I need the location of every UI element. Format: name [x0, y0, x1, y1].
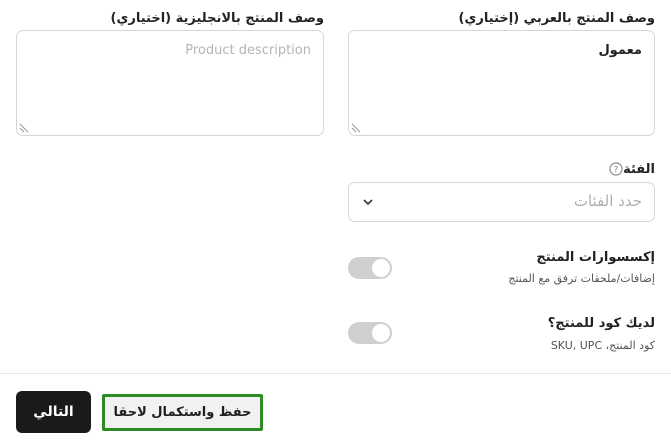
accessories-toggle[interactable]: [348, 257, 392, 279]
next-button[interactable]: التالي: [16, 391, 91, 433]
desc-en-label: وصف المنتج بالانجليزية (اختياري): [110, 11, 325, 26]
category-label: الفئة: [623, 162, 655, 177]
product-code-title: لديك كود للمنتج؟: [547, 316, 655, 331]
category-select[interactable]: حدد الفئات: [348, 182, 655, 222]
resize-handle-icon[interactable]: [351, 123, 361, 133]
category-placeholder: حدد الفئات: [573, 192, 642, 210]
accessories-subtitle: إضافات/ملحقات ترفق مع المنتج: [508, 272, 655, 285]
accessories-title: إكسسوارات المنتج: [536, 250, 655, 265]
toggle-knob: [372, 324, 390, 342]
desc-ar-value: معمول: [598, 43, 642, 58]
desc-en-textarea[interactable]: Product description: [16, 30, 324, 136]
save-and-continue-later-button[interactable]: حفظ واستكمال لاحقا: [102, 394, 263, 431]
resize-handle-icon[interactable]: [19, 123, 29, 133]
svg-text:?: ?: [614, 166, 619, 176]
product-code-toggle[interactable]: [348, 322, 392, 344]
chevron-down-icon: [363, 199, 373, 206]
product-code-subtitle: كود المنتج، SKU, UPC: [550, 339, 655, 352]
footer-divider: [0, 373, 671, 374]
question-circle-icon[interactable]: ?: [609, 162, 623, 176]
desc-ar-label: وصف المنتج بالعربي (إختياري): [458, 11, 655, 26]
toggle-knob: [372, 259, 390, 277]
desc-ar-textarea[interactable]: معمول: [348, 30, 655, 136]
desc-en-placeholder: Product description: [185, 43, 311, 58]
